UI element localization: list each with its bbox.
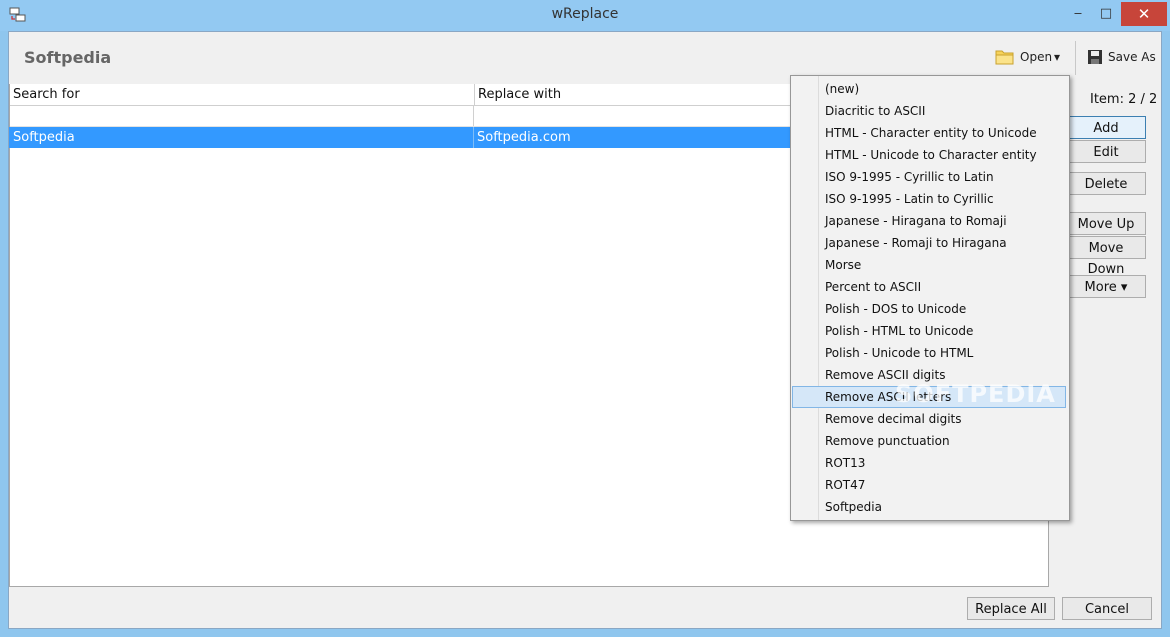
menu-item[interactable]: ISO 9-1995 - Cyrillic to Latin [792,166,1066,188]
cancel-button[interactable]: Cancel [1062,597,1152,620]
maximize-button[interactable]: □ [1093,2,1119,26]
page-title: Softpedia [24,48,112,67]
item-count: Item: 2 / 2 [1090,92,1158,107]
column-header-search[interactable]: Search for [10,84,474,106]
menu-item[interactable]: Japanese - Hiragana to Romaji [792,210,1066,232]
save-icon [1088,50,1102,64]
menu-item[interactable]: Softpedia [792,496,1066,518]
add-button[interactable]: Add [1066,116,1146,139]
menu-item[interactable]: HTML - Character entity to Unicode [792,122,1066,144]
menu-item[interactable]: ROT13 [792,452,1066,474]
save-as-label: Save As [1108,50,1156,64]
softpedia-watermark: SOFTPEDIA [895,380,1056,408]
toolbar-separator [1075,41,1076,75]
minimize-button[interactable]: ‒ [1065,2,1091,26]
menu-item[interactable]: Diacritic to ASCII [792,100,1066,122]
open-label: Open [1020,50,1053,64]
menu-item[interactable]: Remove punctuation [792,430,1066,452]
move-down-button[interactable]: Move Down [1066,236,1146,277]
menu-item[interactable]: HTML - Unicode to Character entity [792,144,1066,166]
menu-item[interactable]: (new) [792,78,1066,100]
menu-item[interactable]: Polish - Unicode to HTML [792,342,1066,364]
menu-item[interactable]: Japanese - Romaji to Hiragana [792,232,1066,254]
more-button[interactable]: More ▾ [1066,275,1146,298]
table-row[interactable] [10,106,472,126]
move-up-button[interactable]: Move Up [1066,212,1146,235]
folder-icon [995,50,1014,65]
menu-item[interactable]: Percent to ASCII [792,276,1066,298]
menu-item[interactable]: ROT47 [792,474,1066,496]
open-dropdown-arrow[interactable]: ▾ [1054,50,1060,64]
menu-item[interactable]: ISO 9-1995 - Latin to Cyrillic [792,188,1066,210]
replace-all-button[interactable]: Replace All [967,597,1055,620]
window-title: wReplace [551,6,619,22]
close-button[interactable]: ✕ [1121,2,1167,26]
delete-button[interactable]: Delete [1066,172,1146,195]
menu-item[interactable]: Morse [792,254,1066,276]
edit-button[interactable]: Edit [1066,140,1146,163]
menu-item[interactable]: Polish - HTML to Unicode [792,320,1066,342]
replace-cell[interactable]: Softpedia.com [474,127,774,148]
menu-item[interactable]: Polish - DOS to Unicode [792,298,1066,320]
menu-item[interactable]: Remove decimal digits [792,408,1066,430]
save-as-button[interactable]: Save As [1087,49,1156,65]
open-button[interactable]: Open [995,48,1052,66]
search-cell[interactable]: Softpedia [10,127,472,148]
